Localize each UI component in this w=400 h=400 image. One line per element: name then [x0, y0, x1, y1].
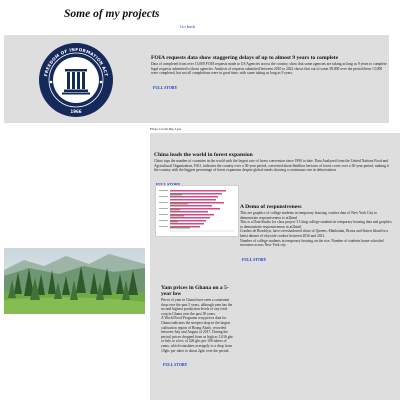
- photo-credit: Photo Credit Dip Lyas: [150, 127, 182, 131]
- story-body: Data of completed from over 13,000 FOIA …: [151, 62, 387, 76]
- story-title[interactable]: A Demo of responsiveness: [240, 204, 392, 210]
- story-title[interactable]: China leads the world in forest expansio…: [154, 152, 392, 158]
- full-story-link[interactable]: FULL STORY: [163, 363, 187, 367]
- svg-text:1966: 1966: [70, 109, 81, 114]
- page-title: Some of my projects: [64, 8, 160, 20]
- bar-chart-thumbnail: [159, 190, 234, 232]
- story-foia: FOIA requests data show staggering delay…: [151, 55, 387, 94]
- full-story-link[interactable]: FULL STORY: [153, 86, 177, 90]
- forest-photo[interactable]: [4, 248, 145, 314]
- go-back-link[interactable]: Go back: [180, 24, 195, 29]
- chart-thumbnail[interactable]: [155, 185, 239, 237]
- story-title[interactable]: FOIA requests data show staggering delay…: [151, 55, 387, 61]
- foia-seal-icon[interactable]: FREEDOM OF INFORMATION ACT 1966: [38, 42, 114, 118]
- story-body: China tops the number of countries in th…: [154, 159, 389, 173]
- story-demo: A Demo of responsiveness This are graphi…: [240, 204, 392, 266]
- full-story-link[interactable]: FULL STORY: [242, 258, 266, 262]
- story-body: Prices of yam in Ghana have seen a consi…: [161, 298, 234, 353]
- story-yam: Yam prices in Ghana on a 5-year low Pric…: [161, 285, 234, 371]
- story-body: This are graphics of college students in…: [240, 211, 392, 248]
- story-title[interactable]: Yam prices in Ghana on a 5-year low: [161, 285, 234, 297]
